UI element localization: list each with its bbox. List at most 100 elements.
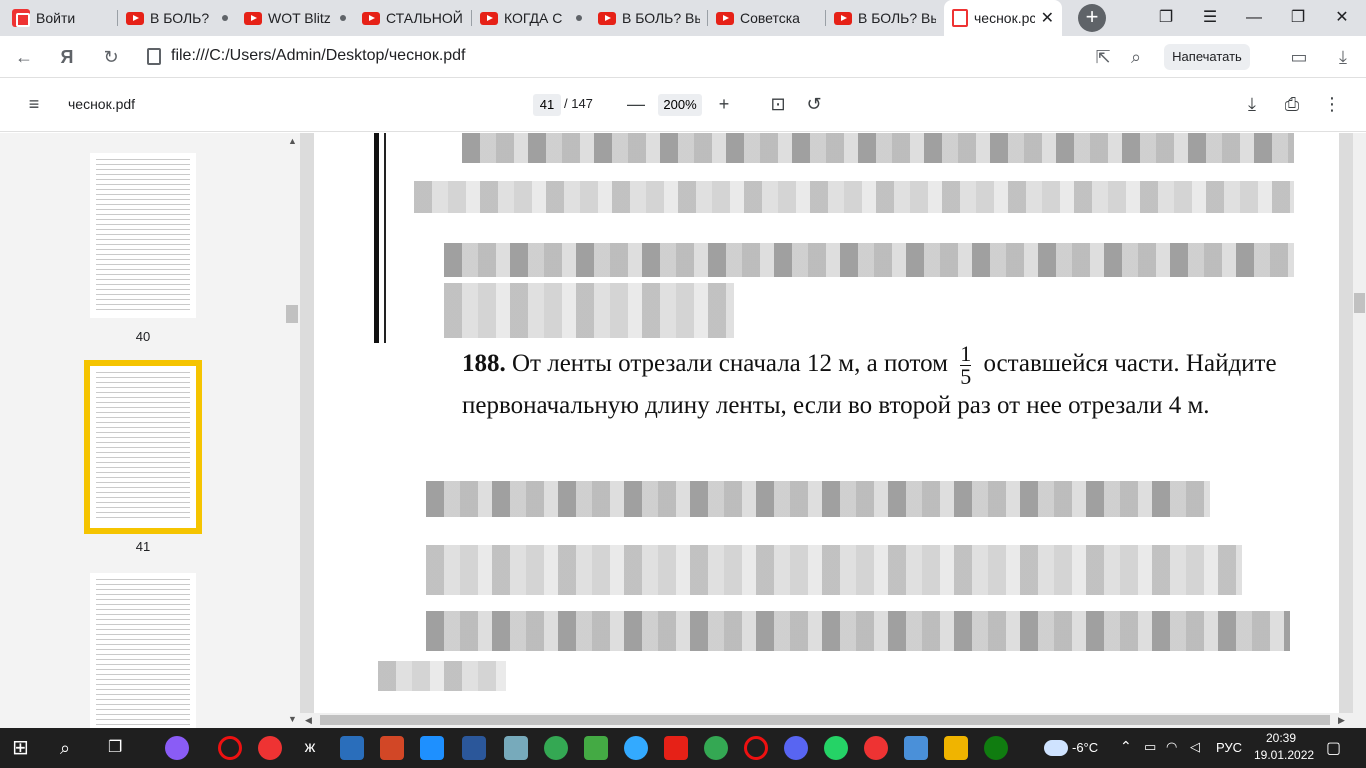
download-icon[interactable]: ⤓ bbox=[1330, 44, 1356, 70]
thumbnail-label: 41 bbox=[135, 539, 151, 554]
zoom-in-icon[interactable]: + bbox=[712, 92, 736, 116]
media-player-icon[interactable] bbox=[420, 736, 444, 760]
yandex-icon[interactable] bbox=[864, 736, 888, 760]
windows-taskbar: ⊞ ⌕ ❐ ж -6°C ⌃ ▭ ◠ ◁ РУС 20:39 19.01.202… bbox=[0, 728, 1366, 768]
blurred-text bbox=[444, 283, 734, 338]
horizontal-scroll-thumb[interactable] bbox=[320, 715, 1330, 725]
zoom-input[interactable]: 200% bbox=[658, 94, 702, 116]
print-icon[interactable]: ⎙ bbox=[1280, 92, 1304, 116]
blurred-text bbox=[414, 181, 1294, 213]
tab-title: В БОЛЬ? Вы bbox=[858, 10, 936, 26]
pdf-viewport[interactable]: 188. От ленты отрезали сначала 12 м, а п… bbox=[300, 133, 1353, 713]
thumbnail-sidebar: 40 41 bbox=[0, 133, 300, 728]
tab-0[interactable]: Войти bbox=[0, 0, 118, 36]
share-icon[interactable]: ⇱ bbox=[1090, 44, 1116, 70]
file-icon bbox=[147, 48, 161, 65]
vertical-scroll-thumb[interactable] bbox=[1354, 293, 1365, 313]
youtube-icon[interactable] bbox=[664, 736, 688, 760]
minimize-icon[interactable]: — bbox=[1232, 0, 1276, 36]
tab-2[interactable]: WOT Blitz bbox=[236, 0, 354, 36]
youtube-icon bbox=[834, 11, 852, 25]
chevron-up-icon[interactable]: ⌃ bbox=[1120, 738, 1132, 755]
opera-icon[interactable] bbox=[744, 736, 768, 760]
bookmarks-icon[interactable]: ▭ bbox=[1286, 44, 1312, 70]
menu-icon[interactable]: ☰ bbox=[1188, 0, 1232, 36]
tab-title: WOT Blitz bbox=[268, 10, 331, 26]
volume-icon[interactable]: ◁ bbox=[1190, 739, 1200, 755]
fit-page-icon[interactable]: ⊡ bbox=[766, 92, 790, 116]
scroll-down-arrow-icon[interactable]: ▼ bbox=[288, 714, 297, 724]
calculator-icon[interactable] bbox=[340, 736, 364, 760]
vertical-scrollbar[interactable] bbox=[1353, 133, 1366, 728]
page-thumbnail-40[interactable] bbox=[90, 153, 196, 318]
store-icon[interactable] bbox=[944, 736, 968, 760]
search-icon[interactable]: ⌕ bbox=[60, 736, 84, 760]
sidebar-scrollbar[interactable] bbox=[287, 133, 299, 728]
tab-6[interactable]: Советска bbox=[708, 0, 826, 36]
restore-icon[interactable]: ❐ bbox=[1276, 0, 1320, 36]
page-margin-rule bbox=[374, 133, 379, 343]
app-icon[interactable]: ж bbox=[298, 736, 322, 760]
discord-icon[interactable] bbox=[784, 736, 808, 760]
weather-icon[interactable] bbox=[1044, 740, 1068, 756]
back-icon[interactable]: ← bbox=[11, 44, 37, 70]
blurred-text bbox=[378, 661, 506, 691]
yandex-browser-icon[interactable] bbox=[258, 736, 282, 760]
blurred-text bbox=[426, 481, 1210, 517]
youtube-icon bbox=[480, 11, 498, 25]
rotate-icon[interactable]: ↺ bbox=[802, 92, 826, 116]
youtube-icon bbox=[244, 11, 262, 25]
scroll-right-arrow-icon[interactable]: ▶ bbox=[1338, 715, 1345, 726]
page-number-input[interactable]: 41 bbox=[533, 94, 561, 116]
battery-icon[interactable]: ▭ bbox=[1144, 739, 1156, 755]
find-icon[interactable]: ⌕ bbox=[1123, 44, 1149, 70]
app-icon[interactable] bbox=[624, 736, 648, 760]
weather-temp[interactable]: -6°C bbox=[1072, 740, 1098, 755]
tab-5[interactable]: В БОЛЬ? Вы bbox=[590, 0, 708, 36]
app-icon[interactable] bbox=[165, 736, 189, 760]
tab-4[interactable]: КОГДА С bbox=[472, 0, 590, 36]
language-indicator[interactable]: РУС bbox=[1216, 740, 1242, 755]
app-icon[interactable] bbox=[584, 736, 608, 760]
pdf-toolbar: ≡ чеснок.pdf 41 / 147 — 200% + ⊡ ↺ ⤓ ⎙ ⋮ bbox=[0, 78, 1366, 132]
paint-icon[interactable] bbox=[504, 736, 528, 760]
word-icon[interactable] bbox=[462, 736, 486, 760]
sidebar-scroll-thumb[interactable] bbox=[286, 305, 298, 323]
tab-7[interactable]: В БОЛЬ? Вы bbox=[826, 0, 944, 36]
chrome-icon[interactable] bbox=[704, 736, 728, 760]
notifications-icon[interactable]: ▢ bbox=[1326, 738, 1341, 758]
scroll-up-arrow-icon[interactable]: ▲ bbox=[288, 136, 297, 146]
close-window-icon[interactable]: ✕ bbox=[1320, 0, 1364, 36]
tab-search-icon[interactable]: ❐ bbox=[1144, 0, 1188, 36]
menu-icon[interactable]: ≡ bbox=[22, 92, 46, 116]
yandex-icon[interactable]: Я bbox=[54, 44, 80, 70]
print-button[interactable]: Напечатать bbox=[1164, 44, 1250, 70]
clock-date[interactable]: 19.01.2022 bbox=[1254, 748, 1314, 762]
tab-8-active[interactable]: чеснок.pc ✕ bbox=[944, 0, 1062, 36]
chrome-icon[interactable] bbox=[544, 736, 568, 760]
tab-close-icon[interactable]: ✕ bbox=[1041, 8, 1054, 28]
tab-1[interactable]: В БОЛЬ? bbox=[118, 0, 236, 36]
more-options-icon[interactable]: ⋮ bbox=[1320, 92, 1344, 116]
scroll-left-arrow-icon[interactable]: ◀ bbox=[305, 715, 312, 726]
new-tab-button[interactable]: + bbox=[1078, 4, 1106, 32]
page-thumbnail-42[interactable] bbox=[90, 573, 196, 728]
wifi-icon[interactable]: ◠ bbox=[1166, 739, 1177, 755]
opera-gx-icon[interactable] bbox=[218, 736, 242, 760]
powerpoint-icon[interactable] bbox=[380, 736, 404, 760]
page-thumbnail-41[interactable] bbox=[84, 360, 202, 534]
media-dot-icon bbox=[340, 15, 346, 21]
url-field[interactable]: file:///C:/Users/Admin/Desktop/чеснок.pd… bbox=[171, 47, 466, 65]
tab-3[interactable]: СТАЛЬНОЙ bbox=[354, 0, 472, 36]
clock-time[interactable]: 20:39 bbox=[1266, 731, 1296, 745]
photos-icon[interactable] bbox=[904, 736, 928, 760]
zoom-out-icon[interactable]: — bbox=[624, 92, 648, 116]
media-dot-icon bbox=[576, 15, 582, 21]
whatsapp-icon[interactable] bbox=[824, 736, 848, 760]
download-icon[interactable]: ⤓ bbox=[1240, 92, 1264, 116]
reload-icon[interactable]: ↻ bbox=[98, 44, 124, 70]
xbox-icon[interactable] bbox=[984, 736, 1008, 760]
start-icon[interactable]: ⊞ bbox=[12, 736, 36, 760]
media-dot-icon bbox=[222, 15, 228, 21]
task-view-icon[interactable]: ❐ bbox=[108, 736, 132, 760]
